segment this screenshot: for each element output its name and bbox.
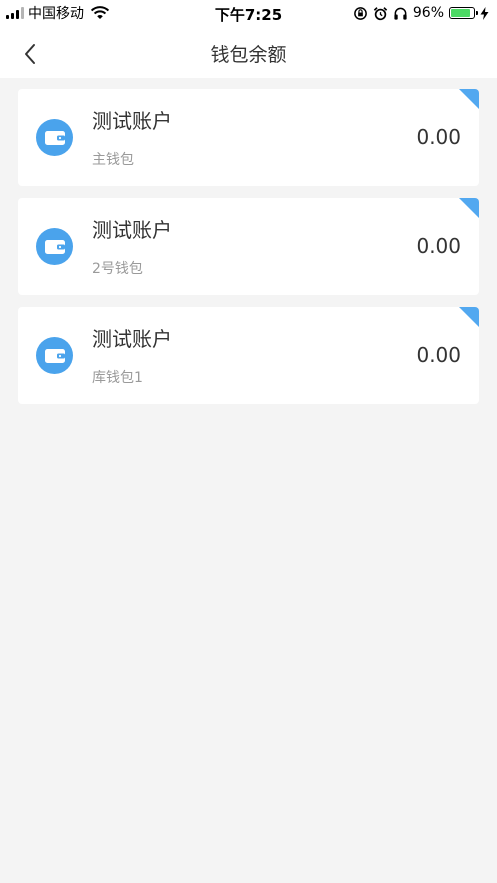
wallet-balance: 0.00 [416,125,461,149]
wallet-name: 主钱包 [92,152,134,168]
status-right: 96% [353,4,489,22]
corner-badge [459,89,479,109]
wallet-name: 库钱包1 [92,370,143,386]
alarm-icon [373,6,388,20]
battery-level-fill [451,9,471,17]
corner-badge [459,307,479,327]
account-name: 测试账户 [92,109,172,133]
wallet-list: 测试账户 主钱包 0.00 测试账户 2号钱包 0.00 测试账户 库钱包1 0… [18,89,479,416]
nav-bar: 钱包余额 [0,26,497,78]
wallet-icon [36,228,73,265]
wallet-icon [36,337,73,374]
wallet-card[interactable]: 测试账户 主钱包 0.00 [18,89,479,186]
wallet-balance: 0.00 [416,343,461,367]
account-name: 测试账户 [92,218,172,242]
rotation-lock-icon [354,6,367,20]
page-title: 钱包余额 [210,44,287,66]
charging-icon [480,6,489,20]
wallet-card[interactable]: 测试账户 库钱包1 0.00 [18,307,479,404]
battery-icon [449,7,478,19]
battery-percent: 96% [412,5,444,21]
headphones-icon [394,7,407,20]
wallet-card[interactable]: 测试账户 2号钱包 0.00 [18,198,479,295]
account-name: 测试账户 [92,327,172,351]
wallet-balance: 0.00 [416,234,461,258]
wallet-name: 2号钱包 [92,261,143,277]
status-bar: 中国移动 下午7:25 96% [0,0,497,26]
corner-badge [459,198,479,218]
wallet-icon [36,119,73,156]
